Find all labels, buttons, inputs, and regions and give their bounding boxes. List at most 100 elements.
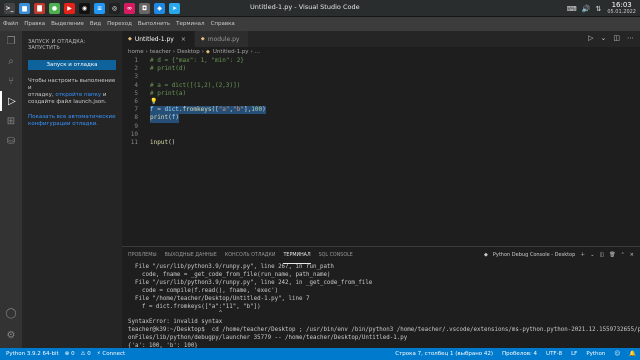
code-text: f = dict.fromkeys(["a","b"],100): [150, 106, 266, 115]
code-token: # print(a): [150, 89, 187, 97]
menu-terminal[interactable]: Терминал: [176, 21, 204, 27]
lightbulb-icon[interactable]: 💡: [150, 98, 157, 106]
errors-count[interactable]: ⊗ 0: [65, 351, 75, 357]
telegram-icon[interactable]: ➤: [169, 2, 180, 14]
chevron-down-icon[interactable]: ⌄: [590, 252, 594, 258]
github-icon[interactable]: ◉: [79, 2, 90, 14]
connect-button[interactable]: ⚡ Connect: [97, 351, 125, 357]
explorer-icon[interactable]: ❐: [0, 31, 22, 51]
code-line: 10: [122, 131, 640, 139]
code-text: # print(a): [150, 90, 186, 98]
media-icon[interactable]: ∞: [124, 2, 135, 14]
menu-edit[interactable]: Правка: [24, 21, 45, 27]
language-mode[interactable]: Python: [586, 351, 605, 357]
line-number: 9: [134, 122, 138, 130]
window-title: Untitled-1.py - Visual Studio Code: [250, 3, 360, 11]
terminal-python-icon: ◆: [484, 251, 488, 258]
folder-icon[interactable]: ▆: [19, 2, 30, 14]
end-of-line[interactable]: LF: [571, 351, 577, 357]
keyboard-layout-icon[interactable]: ⌨: [567, 5, 577, 13]
split-editor-icon[interactable]: ◫: [613, 34, 620, 42]
code-token: print: [150, 114, 169, 122]
maximize-panel-icon[interactable]: ⌃: [621, 252, 625, 258]
source-control-icon[interactable]: ⑂: [0, 71, 22, 91]
show-all-configs-link[interactable]: Показать все автоматические конфигурации…: [28, 114, 116, 128]
tab-output[interactable]: ВЫХОДНЫЕ ДАННЫЕ: [165, 247, 217, 264]
menu-bar: Файл Правка Выделение Вид Переход Выполн…: [0, 17, 640, 31]
breadcrumb-chevron-icon: ›: [250, 49, 253, 55]
files-icon[interactable]: ▇: [34, 2, 45, 14]
terminal-line: File "/usr/lib/python3.9/runpy.py", line…: [128, 264, 334, 270]
code-token: # print(d): [150, 65, 187, 73]
camera-icon[interactable]: ◘: [139, 2, 150, 14]
terminal-icon[interactable]: >_: [4, 2, 15, 14]
breadcrumb-item[interactable]: Desktop: [177, 49, 200, 55]
close-panel-icon[interactable]: ×: [630, 252, 634, 258]
menu-help[interactable]: Справка: [211, 21, 235, 27]
tab-module[interactable]: ◆ module.py: [194, 31, 249, 47]
chevron-down-icon[interactable]: ⌄: [601, 34, 607, 42]
search-icon[interactable]: ⌕: [0, 51, 22, 71]
menu-selection[interactable]: Выделение: [51, 21, 84, 27]
code-line: 11 input(): [122, 139, 640, 147]
breadcrumb-item[interactable]: Untitled-1.py: [213, 49, 249, 55]
trash-icon[interactable]: 🗑: [609, 252, 615, 258]
run-debug-icon[interactable]: ▷: [0, 91, 22, 111]
tab-untitled-1[interactable]: ◆ Untitled-1.py ×: [122, 31, 195, 47]
network-icon[interactable]: ⇅: [595, 5, 601, 13]
breadcrumb-item[interactable]: teacher: [150, 49, 171, 55]
warnings-count[interactable]: ⚠ 0: [81, 351, 91, 357]
menu-go[interactable]: Переход: [107, 21, 132, 27]
volume-icon[interactable]: 🔊: [582, 5, 591, 13]
code-token: input: [150, 138, 169, 146]
code-line: 2 # print(d): [122, 65, 640, 73]
code-text: # a = dict([(1,2),(2,3)]): [150, 82, 240, 90]
tab-sql-console[interactable]: SQL CONSOLE: [319, 247, 353, 264]
terminal-line: ^: [128, 311, 223, 318]
cursor-position[interactable]: Строка 7, столбец 1 (выбрано 42): [395, 351, 493, 357]
clock[interactable]: 16:03 05.01.2022: [607, 1, 636, 16]
breadcrumb-item[interactable]: home: [128, 49, 144, 55]
system-tray: ⌨ 🔊 ⇅ 16:03 05.01.2022: [562, 1, 636, 16]
settings-gear-icon[interactable]: ⚙: [0, 325, 22, 345]
terminal-output[interactable]: File "/usr/lib/python3.9/runpy.py", line…: [122, 264, 640, 359]
account-icon[interactable]: ◯: [0, 303, 22, 323]
tab-terminal[interactable]: ТЕРМИНАЛ: [283, 247, 311, 264]
tab-problems[interactable]: ПРОБЛЕМЫ: [128, 247, 157, 264]
line-number: 6: [134, 97, 138, 105]
breadcrumb-item[interactable]: ...: [255, 49, 260, 55]
breadcrumb-chevron-icon: ›: [172, 49, 176, 55]
setup-hint-and: и: [102, 92, 107, 98]
open-folder-link[interactable]: откройте папку: [55, 92, 101, 98]
indentation[interactable]: Пробелов: 4: [502, 351, 537, 357]
feedback-icon[interactable]: ☺: [614, 351, 620, 357]
run-and-debug-button[interactable]: Запуск и отладка: [28, 60, 116, 70]
setup-hint-line3: создайте файл launch.json.: [28, 99, 107, 105]
code-token: "a": [218, 106, 230, 114]
tab-debug-console[interactable]: КОНСОЛЬ ОТЛАДКИ: [225, 247, 276, 264]
code-editor[interactable]: 1 # d = {"max": 1, "min": 2} 2 # print(d) 3 4…: [122, 57, 640, 147]
code-line: 3: [122, 73, 640, 81]
menu-run[interactable]: Выполнить: [138, 21, 170, 27]
extensions-icon[interactable]: ⊞: [0, 111, 22, 131]
chrome-icon[interactable]: ●: [49, 2, 60, 14]
split-terminal-icon[interactable]: ◫: [600, 252, 605, 258]
database-icon[interactable]: ⛁: [0, 131, 22, 151]
close-icon[interactable]: ×: [181, 36, 186, 43]
code-line: 1 # d = {"max": 1, "min": 2}: [122, 57, 640, 65]
vscode-icon[interactable]: ◆: [154, 2, 165, 14]
notifications-bell-icon[interactable]: 🔔: [629, 351, 636, 357]
snap-icon[interactable]: ≡: [94, 2, 105, 14]
youtube-icon[interactable]: ▶: [64, 2, 75, 14]
more-actions-icon[interactable]: ⋯: [627, 34, 634, 42]
app-icon[interactable]: ◎: [109, 2, 120, 14]
menu-file[interactable]: Файл: [3, 21, 18, 27]
python-interpreter[interactable]: Python 3.9.2 64-bit: [6, 351, 59, 357]
terminal-line: f = dict.fromkeys(["a":"11", "b"]): [128, 303, 261, 310]
editor-tabs: ◆ Untitled-1.py × ◆ module.py ▷ ⌄ ◫ ⋯: [122, 31, 640, 47]
terminal-selector[interactable]: Python Debug Console - Desktop: [493, 252, 575, 258]
add-terminal-icon[interactable]: ＋: [580, 251, 585, 258]
encoding[interactable]: UTF-8: [546, 351, 562, 357]
menu-view[interactable]: Вид: [90, 21, 101, 27]
run-file-icon[interactable]: ▷: [588, 34, 593, 42]
